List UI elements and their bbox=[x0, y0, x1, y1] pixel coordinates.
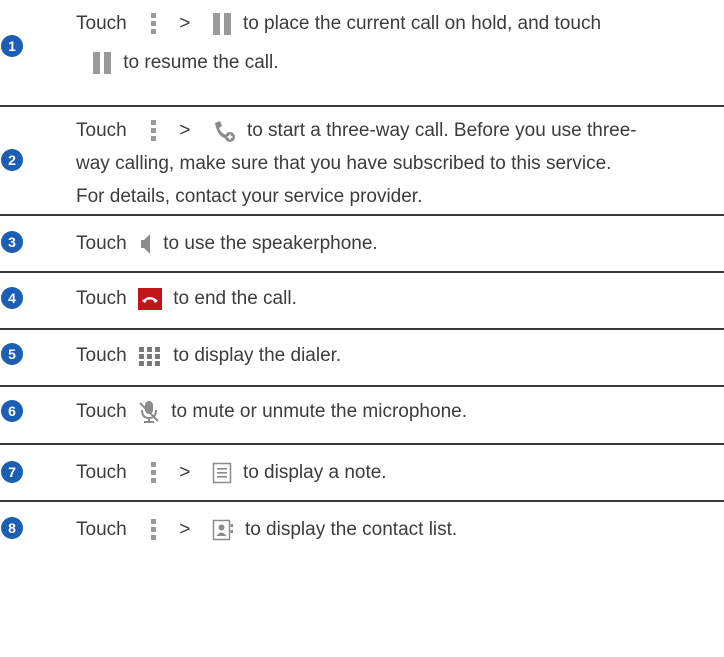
list-item-6: 6 Touch to mute or unmute the microphone… bbox=[0, 387, 724, 443]
step-number-1: 1 bbox=[1, 35, 23, 57]
list-item-2: 2 Touch > to start a three-way call. Bef… bbox=[0, 107, 724, 214]
list-item-4: 4 Touch to end the call. bbox=[0, 273, 724, 329]
step-8-text: Touch > to display the contact list. bbox=[76, 518, 458, 541]
menu-dots-icon bbox=[150, 518, 158, 541]
step-number-2: 2 bbox=[1, 149, 23, 171]
add-call-icon bbox=[212, 120, 236, 142]
list-item-1: 1 Touch > to place the current call on h… bbox=[0, 0, 724, 106]
pause-hold-icon bbox=[92, 51, 112, 74]
step-2-text: Touch > to start a three-way call. Befor… bbox=[76, 119, 637, 207]
step-4-text: Touch to end the call. bbox=[76, 287, 297, 310]
microphone-mute-icon bbox=[138, 400, 160, 424]
step-3-text: Touch to use the speakerphone. bbox=[76, 233, 378, 255]
note-icon bbox=[212, 462, 232, 484]
list-item-8: 8 Touch > to display the contact list. bbox=[0, 502, 724, 558]
step-number-6: 6 bbox=[1, 400, 23, 422]
menu-dots-icon bbox=[150, 119, 158, 142]
speaker-icon bbox=[138, 233, 152, 255]
menu-dots-icon bbox=[150, 461, 158, 484]
list-item-7: 7 Touch > to display a note. bbox=[0, 445, 724, 501]
step-number-7: 7 bbox=[1, 461, 23, 483]
step-7-text: Touch > to display a note. bbox=[76, 461, 387, 484]
list-item-5: 5 Touch to display the dialer. bbox=[0, 330, 724, 386]
dialpad-icon bbox=[138, 346, 162, 366]
end-call-icon bbox=[137, 287, 162, 310]
list-item-3: 3 Touch to use the speakerphone. bbox=[0, 216, 724, 272]
step-number-3: 3 bbox=[1, 231, 23, 253]
step-5-text: Touch to display the dialer. bbox=[76, 345, 342, 366]
step-1-text: Touch > to place the current call on hol… bbox=[76, 12, 602, 74]
step-number-5: 5 bbox=[1, 343, 23, 365]
step-number-8: 8 bbox=[1, 517, 23, 539]
menu-dots-icon bbox=[150, 12, 158, 35]
pause-hold-icon bbox=[212, 12, 232, 35]
step-number-4: 4 bbox=[1, 287, 23, 309]
step-6-text: Touch to mute or unmute the microphone. bbox=[76, 400, 467, 424]
contacts-icon bbox=[212, 519, 234, 541]
